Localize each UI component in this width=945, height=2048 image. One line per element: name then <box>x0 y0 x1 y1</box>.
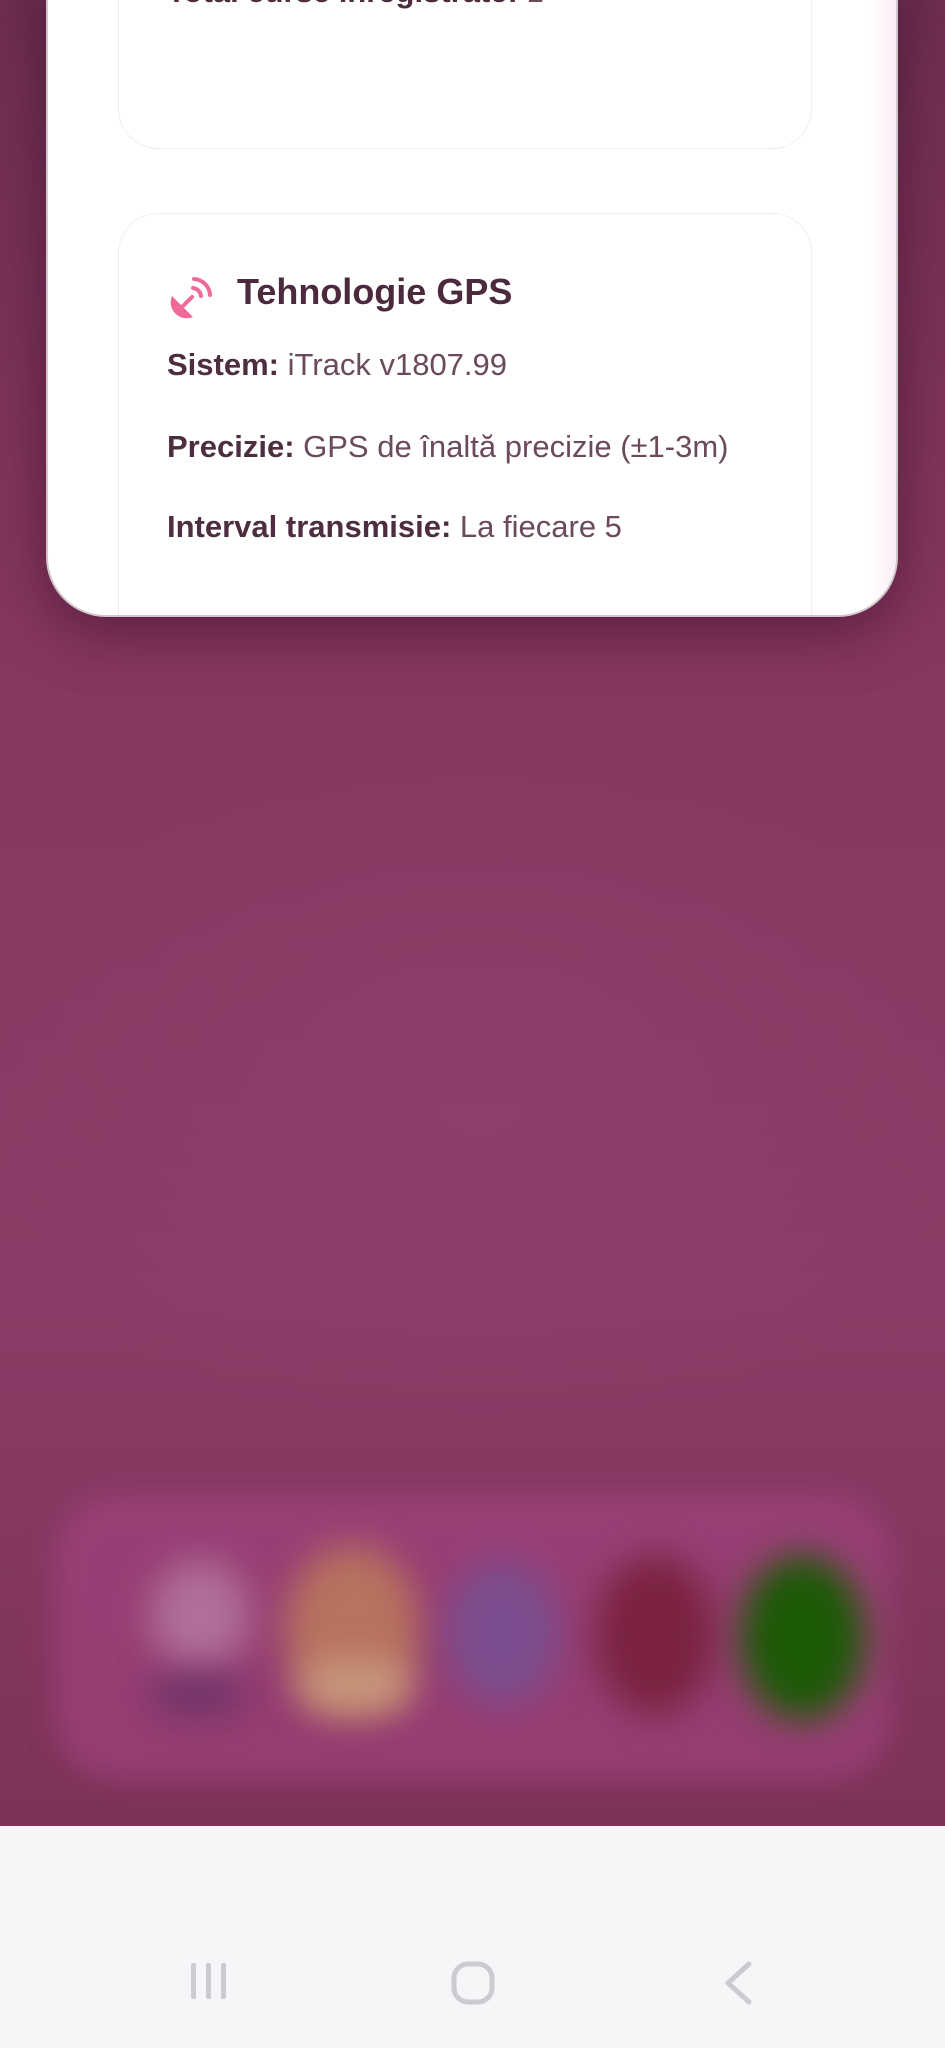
home-icon[interactable] <box>450 1960 496 2006</box>
precision-value: GPS de înaltă precizie (±1-3m) <box>303 429 729 464</box>
dock-app-icon[interactable] <box>445 1560 560 1705</box>
total-runs-value: 1 <box>526 0 543 9</box>
system-navigation-bar <box>0 1826 945 2048</box>
gps-card-title: Tehnologie GPS <box>237 271 513 312</box>
dock-app-label <box>150 1675 245 1715</box>
dock-app-icon[interactable] <box>150 1560 250 1670</box>
dock-app-icon[interactable] <box>595 1555 715 1715</box>
back-icon[interactable] <box>722 1960 754 2006</box>
interval-line: Interval transmisie: La fiecare 5 <box>167 502 771 552</box>
recent-apps-icon[interactable] <box>188 1960 230 2002</box>
system-value: iTrack v1807.99 <box>287 347 508 382</box>
app-preview-sheet[interactable]: Total curse înregistrate: 1 Tehnologie G… <box>46 0 898 617</box>
interval-label: Interval transmisie: <box>167 509 452 544</box>
precision-line: Precizie: GPS de înaltă precizie (±1-3m) <box>167 422 771 472</box>
system-label: Sistem: <box>167 347 279 382</box>
satellite-dish-icon <box>170 277 212 319</box>
gps-technology-card: Tehnologie GPS Sistem: iTrack v1807.99 P… <box>118 213 812 615</box>
interval-value: La fiecare 5 <box>459 509 622 544</box>
total-runs-line: Total curse înregistrate: 1 <box>167 0 771 17</box>
summary-card: Total curse înregistrate: 1 <box>118 0 812 149</box>
dock-app-icon[interactable] <box>740 1555 865 1720</box>
system-line: Sistem: iTrack v1807.99 <box>167 340 771 390</box>
total-runs-label: Total curse înregistrate: <box>167 0 518 9</box>
precision-label: Precizie: <box>167 429 295 464</box>
dock-app-label <box>300 1660 410 1710</box>
